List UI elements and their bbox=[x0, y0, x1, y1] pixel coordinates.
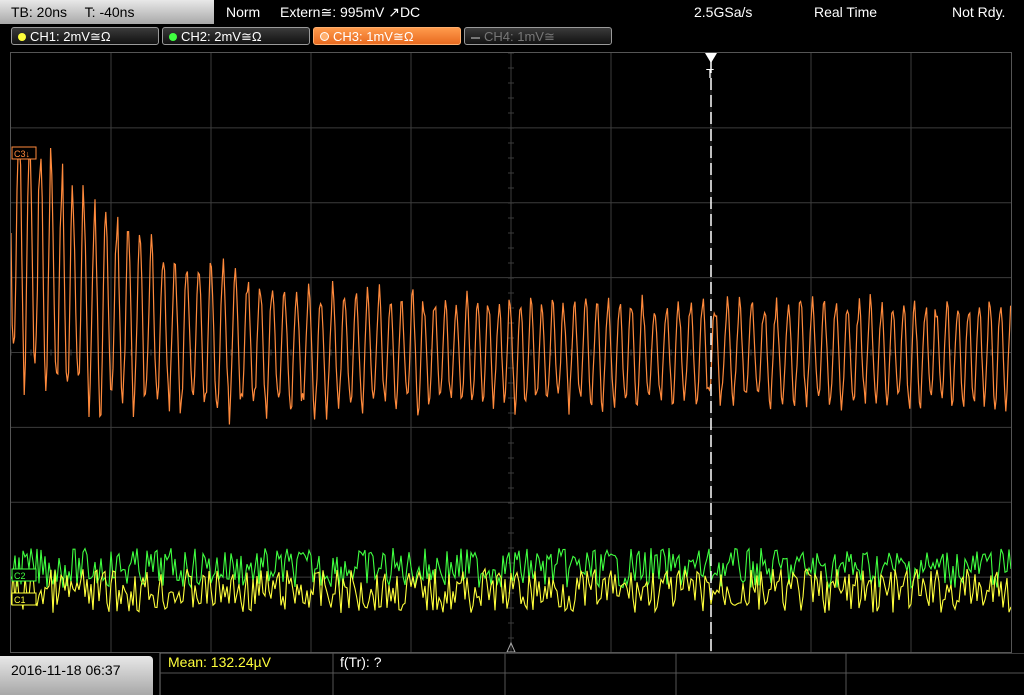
status-bar: TB: 20ns T: -40ns Norm Extern≅: 995mV ↗D… bbox=[0, 0, 1024, 24]
sample-rate[interactable]: 2.5GSa/s bbox=[694, 0, 752, 24]
trigger-label: T bbox=[706, 66, 714, 81]
channel-3-dot-icon bbox=[320, 32, 329, 41]
frequency-measurement[interactable]: f(Tr): ? bbox=[340, 654, 381, 670]
channel-4-off-icon bbox=[471, 36, 480, 39]
run-state: Not Rdy. bbox=[952, 4, 1006, 20]
timebase-box[interactable]: TB: 20ns T: -40ns bbox=[0, 0, 214, 24]
channel-2-button[interactable]: CH2: 2mV≅Ω bbox=[162, 27, 310, 45]
mean-measurement[interactable]: Mean: 132.24µV bbox=[168, 654, 271, 670]
channel-1-label: CH1: 2mV≅Ω bbox=[30, 29, 111, 44]
timebase-label: TB: 20ns bbox=[11, 4, 68, 20]
channel-1-dot-icon bbox=[18, 33, 26, 41]
trigger-time-label: T: -40ns bbox=[84, 4, 135, 20]
footer-bar bbox=[0, 653, 1024, 695]
trigger-source[interactable]: Extern≅: 995mV ↗DC bbox=[280, 0, 420, 24]
channel-4-button[interactable]: CH4: 1mV≅ bbox=[464, 27, 612, 45]
waveform-canvas: T C3↓ C2 C1 bbox=[11, 53, 1011, 652]
channel-1-button[interactable]: CH1: 2mV≅Ω bbox=[11, 27, 159, 45]
channel-2-dot-icon bbox=[169, 33, 177, 41]
acquisition-mode[interactable]: Real Time bbox=[814, 0, 877, 24]
waveform-display[interactable]: T C3↓ C2 C1 bbox=[10, 52, 1012, 653]
channel-2-label: CH2: 2mV≅Ω bbox=[181, 29, 262, 44]
ch3-marker: C3↓ bbox=[14, 149, 30, 159]
ch1-marker: C1 bbox=[14, 595, 26, 605]
channel-row: CH1: 2mV≅Ω CH2: 2mV≅Ω CH3: 1mV≅Ω CH4: 1m… bbox=[0, 24, 1024, 50]
datetime-box: 2016-11-18 06:37 bbox=[0, 656, 153, 695]
channel-3-label: CH3: 1mV≅Ω bbox=[333, 29, 414, 44]
datetime-label: 2016-11-18 06:37 bbox=[11, 662, 121, 678]
trigger-marker-icon bbox=[705, 53, 717, 63]
ch2-marker: C2 bbox=[14, 571, 26, 581]
channel-4-label: CH4: 1mV≅ bbox=[484, 29, 555, 44]
channel-3-button[interactable]: CH3: 1mV≅Ω bbox=[313, 27, 461, 45]
trigger-mode[interactable]: Norm bbox=[226, 0, 260, 24]
